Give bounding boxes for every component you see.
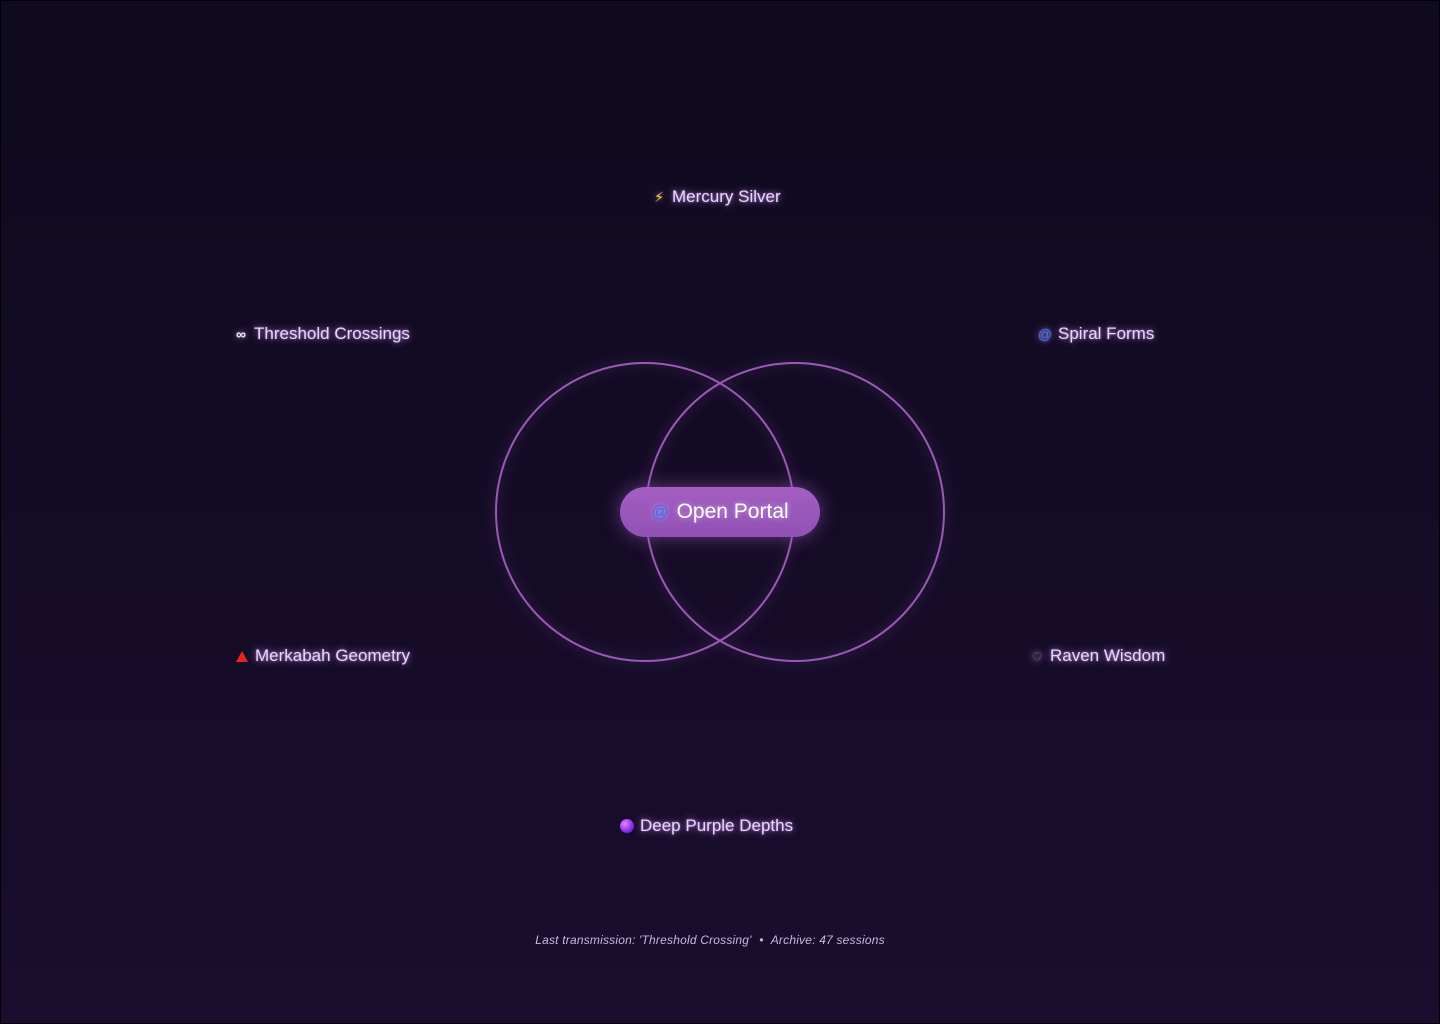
- node-label: Raven Wisdom: [1050, 646, 1166, 665]
- node-spiral-forms[interactable]: @ Spiral Forms: [1038, 322, 1154, 346]
- purple-orb-icon: [620, 819, 634, 833]
- spiral-icon: @: [651, 502, 669, 521]
- node-label: Deep Purple Depths: [640, 816, 794, 835]
- node-threshold-crossings[interactable]: ∞ Threshold Crossings: [234, 322, 410, 346]
- black-heart-icon: ♥: [1032, 648, 1042, 664]
- footer-separator: •: [759, 933, 764, 947]
- node-label: Threshold Crossings: [254, 324, 410, 343]
- open-portal-label: Open Portal: [676, 500, 789, 523]
- node-mercury-silver[interactable]: ⚡ Mercury Silver: [652, 185, 781, 209]
- last-transmission-text: Last transmission: 'Threshold Crossing': [535, 933, 752, 947]
- lightning-icon: ⚡: [654, 189, 664, 205]
- node-label: Mercury Silver: [672, 187, 781, 206]
- spiral-icon: @: [1037, 326, 1053, 342]
- node-label: Merkabah Geometry: [255, 646, 410, 665]
- node-label: Spiral Forms: [1058, 324, 1155, 343]
- infinity-icon: ∞: [236, 326, 246, 342]
- status-footer: Last transmission: 'Threshold Crossing' …: [0, 933, 1420, 947]
- open-portal-button[interactable]: @ Open Portal: [620, 487, 820, 537]
- node-merkabah-geometry[interactable]: Merkabah Geometry: [235, 644, 410, 668]
- archive-count-text: Archive: 47 sessions: [770, 933, 885, 947]
- node-raven-wisdom[interactable]: ♥ Raven Wisdom: [1030, 644, 1165, 668]
- node-deep-purple-depths[interactable]: Deep Purple Depths: [620, 814, 793, 838]
- red-triangle-icon: [235, 650, 249, 662]
